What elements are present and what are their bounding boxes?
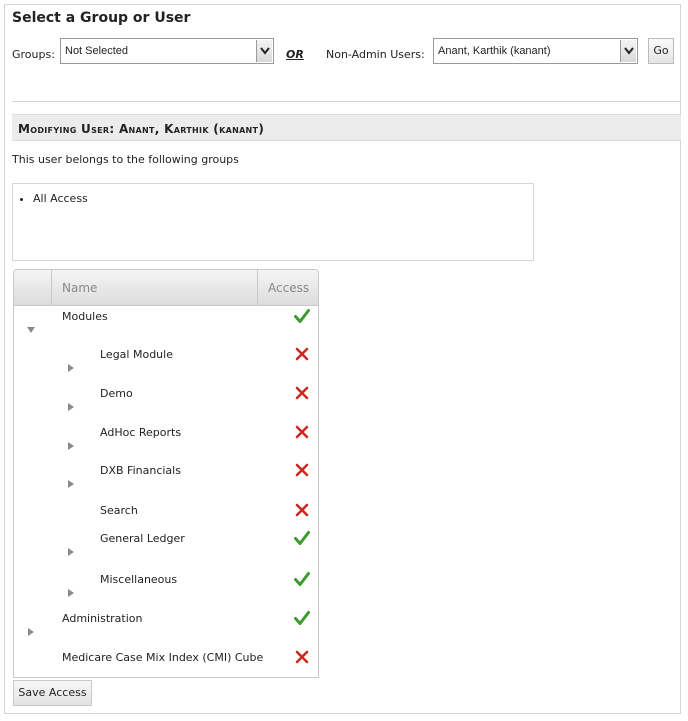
tree-row[interactable]: Miscellaneous <box>14 569 318 607</box>
triangle-right-icon[interactable] <box>66 474 76 488</box>
users-select-value: Anant, Karthik (kanant) <box>438 45 551 57</box>
users-label: Non-Admin Users: <box>326 48 425 61</box>
x-icon[interactable] <box>294 424 310 440</box>
column-header-select <box>14 270 52 305</box>
tree-row-label: Search <box>100 504 138 517</box>
tree-row[interactable]: DXB Financials <box>14 460 318 498</box>
check-icon[interactable] <box>294 610 310 626</box>
tree-row-label: Legal Module <box>100 348 173 361</box>
triangle-right-icon[interactable] <box>66 358 76 372</box>
tree-row-label: DXB Financials <box>100 464 181 477</box>
groups-label: Groups: <box>12 48 55 61</box>
divider <box>12 101 681 102</box>
column-header-access[interactable]: Access <box>258 270 318 305</box>
access-tree-grid: Name Access Modules Legal Module Demo AdHoc… <box>13 269 319 678</box>
go-button[interactable]: Go <box>648 38 674 64</box>
chevron-down-icon <box>620 40 636 62</box>
triangle-right-icon[interactable] <box>66 397 76 411</box>
x-icon[interactable] <box>294 649 310 665</box>
triangle-right-icon[interactable] <box>66 542 76 556</box>
section-title: Modifying User: Anant, Karthik (kanant) <box>18 122 265 136</box>
tree-row-label: Medicare Case Mix Index (CMI) Cube <box>62 651 264 664</box>
tree-row[interactable]: Administration <box>14 608 318 646</box>
x-icon[interactable] <box>294 346 310 362</box>
tree-row[interactable]: Medicare Case Mix Index (CMI) Cube <box>14 647 318 677</box>
groups-select-value: Not Selected <box>65 45 128 57</box>
belongs-text: This user belongs to the following group… <box>12 153 239 166</box>
group-membership-list: All Access <box>12 183 534 261</box>
column-header-name[interactable]: Name <box>52 270 258 305</box>
tree-row[interactable]: Legal Module <box>14 344 318 382</box>
x-icon[interactable] <box>294 462 310 478</box>
tree-row-label: Administration <box>62 612 143 625</box>
tree-row[interactable]: Modules <box>14 306 318 344</box>
tree-row-label: General Ledger <box>100 532 185 545</box>
section-header: Modifying User: Anant, Karthik (kanant) <box>12 114 681 141</box>
triangle-right-icon[interactable] <box>26 622 36 636</box>
tree-row-label: Modules <box>62 310 108 323</box>
x-icon[interactable] <box>294 502 310 518</box>
tree-row[interactable]: Demo <box>14 383 318 421</box>
tree-row-label: AdHoc Reports <box>100 426 182 439</box>
triangle-down-icon[interactable] <box>26 320 36 333</box>
tree-row-label: Demo <box>100 387 133 400</box>
check-icon[interactable] <box>294 308 310 324</box>
users-select[interactable]: Anant, Karthik (kanant) <box>433 38 638 64</box>
check-icon[interactable] <box>294 530 310 546</box>
save-access-button[interactable]: Save Access <box>13 680 92 706</box>
check-icon[interactable] <box>294 571 310 587</box>
page-title: Select a Group or User <box>12 10 191 26</box>
chevron-down-icon <box>256 40 272 62</box>
triangle-right-icon[interactable] <box>66 436 76 450</box>
grid-header: Name Access <box>14 270 318 306</box>
triangle-right-icon[interactable] <box>66 583 76 597</box>
tree-row-label: Miscellaneous <box>100 573 178 586</box>
tree-row[interactable]: AdHoc Reports <box>14 422 318 460</box>
filter-row: Groups: Not Selected OR Non-Admin Users:… <box>12 38 676 66</box>
groups-select[interactable]: Not Selected <box>60 38 274 64</box>
tree-row[interactable]: General Ledger <box>14 528 318 566</box>
list-item: All Access <box>33 192 88 205</box>
or-label: OR <box>286 48 304 61</box>
x-icon[interactable] <box>294 385 310 401</box>
